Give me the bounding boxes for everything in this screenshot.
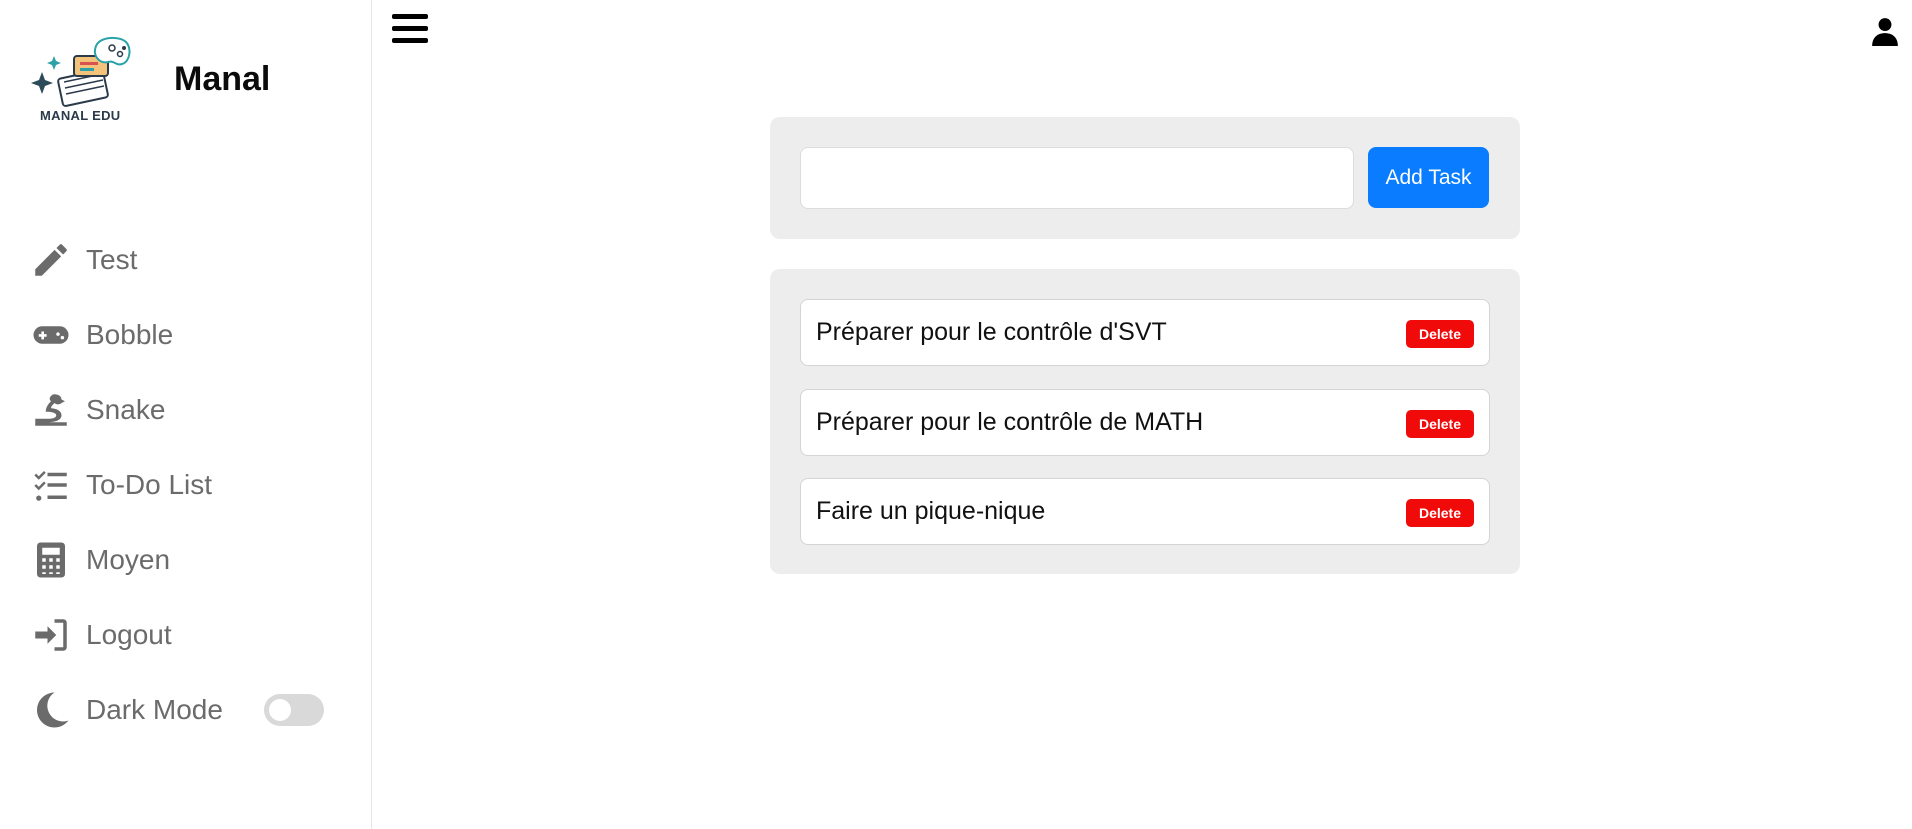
list-item: Préparer pour le contrôle de MATH Delete	[800, 389, 1490, 456]
delete-button[interactable]: Delete	[1406, 499, 1474, 527]
task-text: Faire un pique-nique	[816, 497, 1046, 525]
sidebar-nav: Test Bobble Snake To-Do List Moyen Logou…	[28, 222, 348, 747]
delete-button[interactable]: Delete	[1406, 320, 1474, 348]
toggle-knob	[269, 698, 291, 721]
sidebar-item-label: Moyen	[86, 543, 171, 575]
list-item: Faire un pique-nique Delete	[800, 478, 1490, 545]
list-item: Préparer pour le contrôle d'SVT Delete	[800, 299, 1490, 366]
add-task-panel: Add Task	[770, 117, 1520, 239]
sidebar-item-label: To-Do List	[86, 468, 213, 500]
logo-caption: MANAL EDU	[40, 108, 121, 123]
sidebar: MANAL EDU Manal Test Bobble Snake To-Do …	[0, 0, 372, 829]
snake-icon	[28, 387, 74, 433]
sidebar-item-bobble[interactable]: Bobble	[28, 297, 348, 372]
logout-icon	[28, 612, 74, 658]
sidebar-item-test[interactable]: Test	[28, 222, 348, 297]
menu-icon[interactable]	[392, 14, 428, 46]
gamepad-icon	[28, 312, 74, 358]
task-input[interactable]	[800, 147, 1354, 209]
brand: MANAL EDU	[30, 34, 140, 130]
sidebar-item-label: Dark Mode	[86, 693, 223, 725]
sidebar-item-label: Bobble	[86, 318, 174, 350]
task-list: Préparer pour le contrôle d'SVT Delete P…	[770, 269, 1520, 574]
task-text: Préparer pour le contrôle d'SVT	[816, 318, 1167, 346]
sidebar-item-label: Logout	[86, 618, 172, 650]
sidebar-item-label: Snake	[86, 393, 166, 425]
sidebar-item-dark-mode: Dark Mode	[28, 672, 348, 747]
sidebar-item-logout[interactable]: Logout	[28, 597, 348, 672]
pencil-icon	[28, 237, 74, 283]
dark-mode-toggle[interactable]	[264, 693, 324, 726]
logo: MANAL EDU	[30, 34, 140, 130]
logo-icon	[31, 36, 131, 107]
brand-name: Manal	[174, 60, 271, 98]
sidebar-item-label: Test	[86, 243, 138, 275]
sidebar-item-moyen[interactable]: Moyen	[28, 522, 348, 597]
moon-icon	[28, 687, 74, 733]
user-icon[interactable]	[1872, 16, 1898, 46]
delete-button[interactable]: Delete	[1406, 410, 1474, 438]
sidebar-item-snake[interactable]: Snake	[28, 372, 348, 447]
sidebar-item-todo[interactable]: To-Do List	[28, 447, 348, 522]
calculator-icon	[28, 537, 74, 583]
add-task-button[interactable]: Add Task	[1368, 147, 1489, 208]
task-text: Préparer pour le contrôle de MATH	[816, 408, 1204, 436]
checklist-icon	[28, 462, 74, 508]
